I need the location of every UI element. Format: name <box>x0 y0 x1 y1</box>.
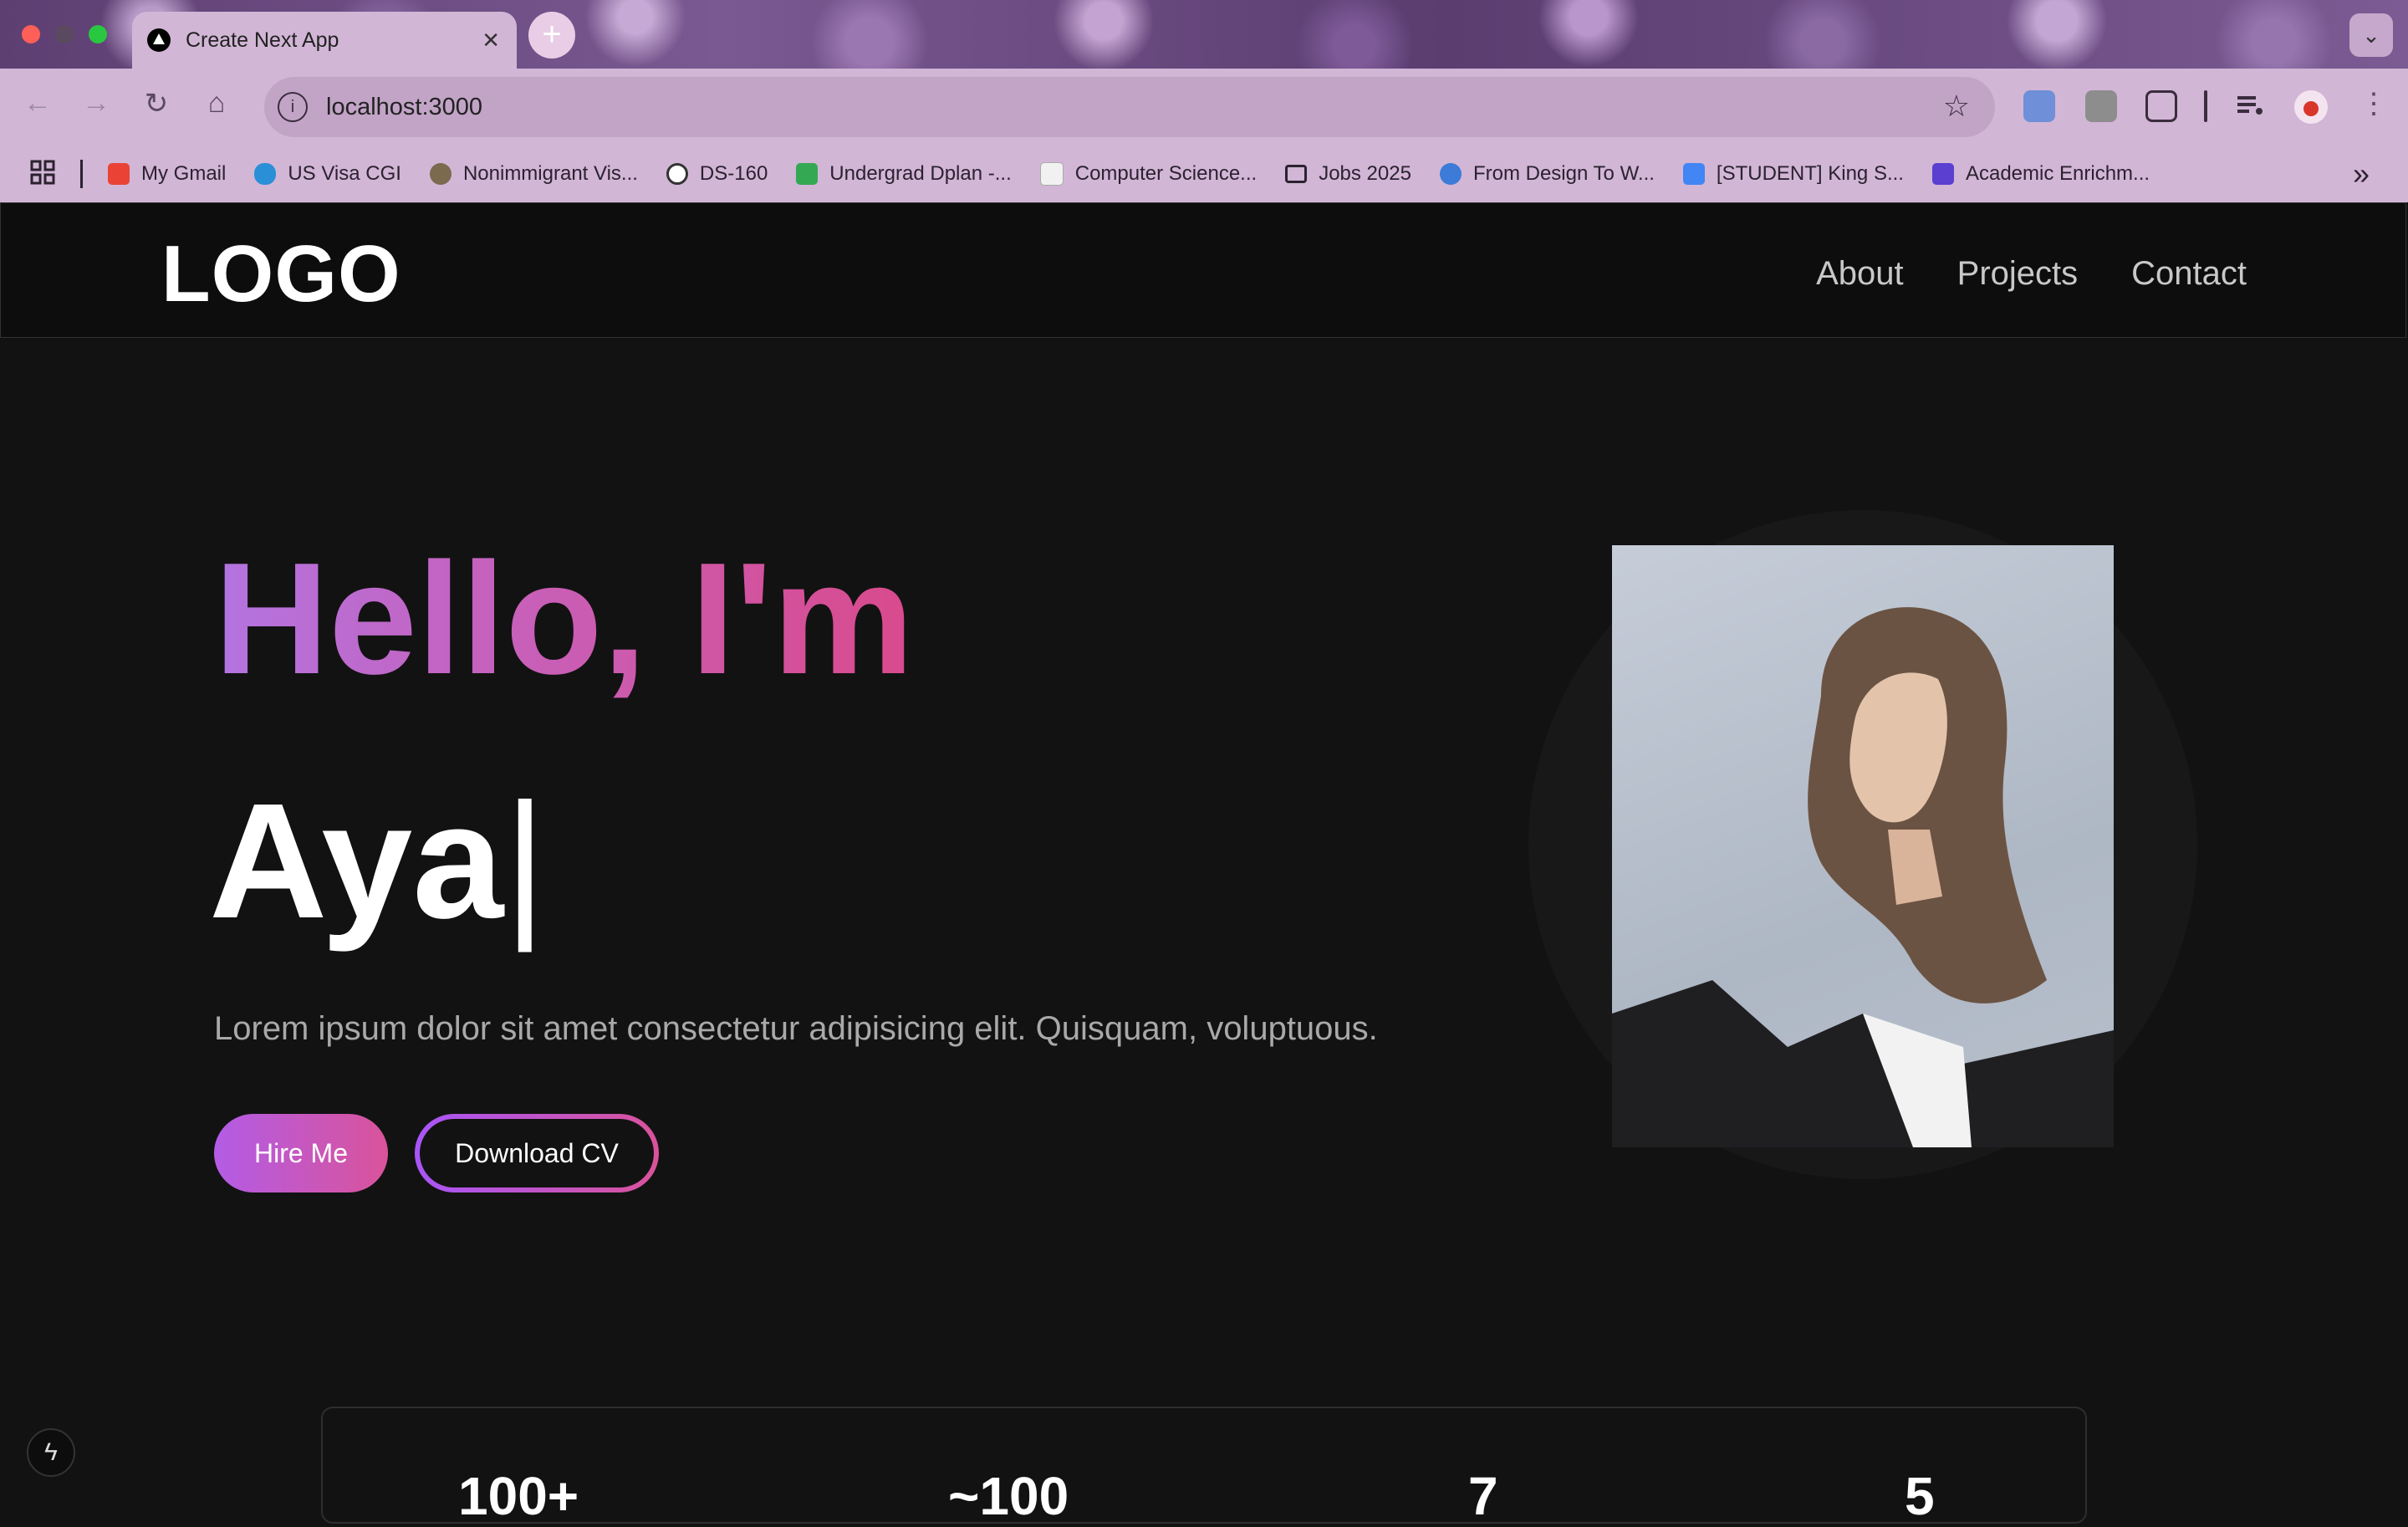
media-queue-icon[interactable] <box>2234 90 2266 122</box>
close-tab-icon[interactable]: ✕ <box>482 28 500 54</box>
bookmark-item[interactable]: Academic Enrichm... <box>1931 162 2150 186</box>
nav-link-about[interactable]: About <box>1816 255 1904 293</box>
bookmark-item[interactable]: Nonimmigrant Vis... <box>429 162 638 186</box>
cloud-icon <box>254 163 277 185</box>
bookmark-star-icon[interactable]: ☆ <box>1943 89 1970 124</box>
nextjs-favicon-icon <box>147 28 171 52</box>
hero-name-text: Aya <box>209 769 504 952</box>
more-bookmarks-icon[interactable]: » <box>2353 156 2370 192</box>
extension-icon[interactable] <box>2085 90 2117 122</box>
download-cv-button[interactable]: Download CV <box>415 1114 659 1192</box>
home-icon[interactable]: ⌂ <box>197 87 236 120</box>
new-tab-button[interactable]: + <box>528 12 575 59</box>
close-window-button[interactable] <box>22 25 40 43</box>
docs-icon <box>1682 163 1705 185</box>
stat-value: 100+ <box>458 1466 579 1526</box>
bookmark-item[interactable]: DS-160 <box>666 162 768 186</box>
list-icon <box>1931 163 1954 185</box>
forward-arrow-icon[interactable]: → <box>77 87 115 120</box>
bookmark-item[interactable]: Computer Science... <box>1039 162 1257 186</box>
nav-link-projects[interactable]: Projects <box>1957 255 2079 293</box>
hero-name: Aya| <box>209 771 546 952</box>
site-header: LOGO About Projects Contact <box>0 202 2406 338</box>
apps-grid-icon[interactable] <box>30 160 55 189</box>
bookmark-item[interactable]: US Visa CGI <box>254 162 401 186</box>
main-nav: About Projects Contact <box>1816 255 2247 293</box>
state-dept-seal-icon <box>666 163 688 185</box>
bookmarks-bar: My Gmail US Visa CGI Nonimmigrant Vis...… <box>0 146 2408 202</box>
extension-icon[interactable] <box>2023 90 2055 122</box>
gmail-icon <box>108 163 130 185</box>
stat-value: ~100 <box>948 1466 1069 1526</box>
site-logo[interactable]: LOGO <box>161 228 401 320</box>
bookmark-item[interactable]: [STUDENT] King S... <box>1682 162 1904 186</box>
hero-description: Lorem ipsum dolor sit amet consectetur a… <box>214 1010 1378 1047</box>
stat-value: 5 <box>1905 1466 1935 1526</box>
tab-strip: Create Next App ✕ + ⌄ <box>0 0 2408 69</box>
stat-value: 7 <box>1468 1466 1498 1526</box>
hire-me-button[interactable]: Hire Me <box>214 1114 388 1192</box>
minimize-window-button[interactable] <box>55 25 74 43</box>
maximize-window-button[interactable] <box>89 25 107 43</box>
puzzle-icon[interactable] <box>2145 90 2177 122</box>
hero-greeting: Hello, I'm <box>214 530 915 707</box>
tab-title: Create Next App <box>186 28 339 52</box>
profile-photo <box>1612 545 2114 1147</box>
kebab-menu-icon[interactable]: ⋮ <box>2354 87 2393 120</box>
address-bar[interactable]: i localhost:3000 ☆ <box>264 77 1995 137</box>
seal-icon <box>429 163 452 185</box>
bookmark-item[interactable]: My Gmail <box>108 162 226 186</box>
sheets-icon <box>796 163 819 185</box>
globe-icon <box>1439 163 1462 185</box>
toolbar-divider <box>2204 90 2207 122</box>
nav-link-contact[interactable]: Contact <box>2131 255 2247 293</box>
bookmark-divider <box>80 160 83 188</box>
folder-icon <box>1285 165 1308 183</box>
tab-search-chevron-icon[interactable]: ⌄ <box>2349 13 2393 57</box>
typing-cursor: | <box>503 769 547 952</box>
reload-icon[interactable]: ↻ <box>137 87 176 120</box>
page-icon <box>1039 162 1064 186</box>
bookmark-item[interactable]: Undergrad Dplan -... <box>796 162 1012 186</box>
back-arrow-icon[interactable]: ← <box>18 87 57 120</box>
url-text: localhost:3000 <box>326 93 483 120</box>
nextjs-dev-tools-icon[interactable]: ϟ <box>27 1428 75 1477</box>
site-info-icon[interactable]: i <box>278 92 308 122</box>
profile-avatar[interactable] <box>2294 90 2328 124</box>
active-tab[interactable]: Create Next App ✕ <box>132 12 517 69</box>
browser-toolbar: ← → ↻ ⌂ i localhost:3000 ☆ ⋮ <box>0 69 2408 146</box>
bookmark-item[interactable]: From Design To W... <box>1439 162 1655 186</box>
stats-panel: 100+ ~100 7 5 <box>321 1407 2087 1526</box>
bookmark-folder[interactable]: Jobs 2025 <box>1285 162 1411 186</box>
